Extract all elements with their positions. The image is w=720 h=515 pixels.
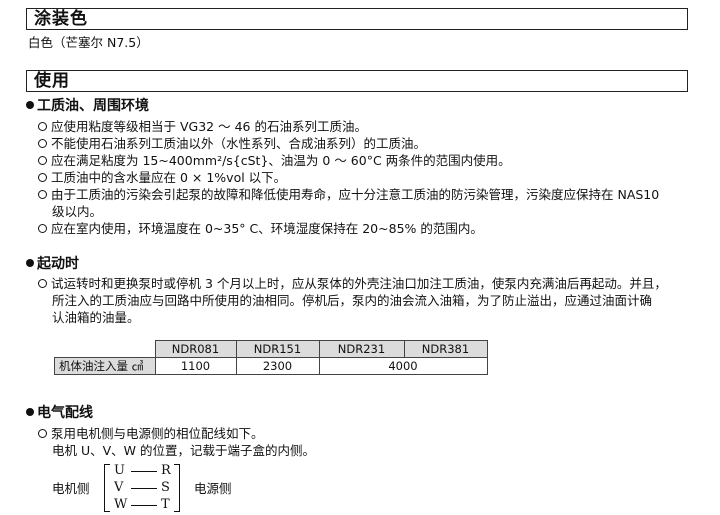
motor-side-label: 电机侧	[52, 481, 90, 496]
circle-bullet-icon	[38, 122, 47, 131]
oil-line-5: 由于工质油的污染会引起泵的故障和降低使用寿命，应十分注意工质油的防污染管理，污染…	[38, 187, 659, 203]
table-header-cell: NDR151	[235, 340, 320, 358]
circle-bullet-icon	[38, 190, 47, 199]
wiring-line-1: 泵用电机侧与电源侧的相位配线如下。	[38, 426, 264, 442]
circle-bullet-icon	[38, 429, 47, 438]
oil-line-7: 应在室内使用，环境温度在 0~35° C、环境湿度保持在 20~85% 的范围内…	[38, 221, 483, 237]
circle-bullet-icon	[38, 279, 47, 288]
coating-text: 白色（芒塞尔 N7.5）	[28, 35, 149, 50]
circle-bullet-icon	[38, 173, 47, 182]
table-corner	[54, 340, 156, 358]
wire-line	[131, 505, 157, 506]
motor-term-w: W	[114, 497, 128, 512]
usage-heading: 使用	[26, 70, 688, 92]
start-line-1: 试运转时和更换泵时或停机 3 个月以上时，应从泵体的外壳注油口加注工质油，使泵内…	[38, 276, 667, 292]
oil-line-6: 级以内。	[52, 204, 103, 219]
power-term-s: S	[161, 480, 170, 495]
wire-line	[131, 471, 157, 472]
oil-line-2: 不能使用石油系列工质油以外（水性系列、合成油系列）的工质油。	[38, 136, 426, 152]
table-header-cell: NDR381	[403, 340, 488, 358]
oil-title: 工质油、周围环境	[37, 98, 149, 114]
power-term-t: T	[161, 497, 170, 512]
table-header-cell: NDR231	[318, 340, 405, 358]
oil-line-1: 应使用粘度等级相当于 VG32 ～ 46 的石油系列工质油。	[38, 119, 367, 135]
oil-subheading: 工质油、周围环境	[26, 97, 149, 115]
left-bracket	[104, 464, 110, 512]
table-cell: 1100	[154, 357, 237, 375]
oil-line-3: 应在满足粘度为 15~400mm²/s{cSt}、油温为 0 ～ 60°C 两条…	[38, 153, 511, 169]
motor-term-v: V	[114, 480, 124, 495]
start-subheading: 起动时	[26, 255, 79, 273]
oil-fill-table: NDR081 NDR151 NDR231 NDR381 机体油注入量 ㎤ 110…	[54, 340, 488, 375]
bullet-icon	[26, 408, 34, 416]
circle-bullet-icon	[38, 139, 47, 148]
table-row-label: 机体油注入量 ㎤	[54, 357, 156, 375]
start-line-2: 所注入的工质油应与回路中所使用的油相同。停机后，泵内的油会流入油箱，为了防止溢出…	[52, 293, 653, 308]
wiring-subheading: 电气配线	[26, 404, 93, 422]
start-title: 起动时	[37, 256, 79, 272]
bullet-icon	[26, 101, 34, 109]
table-cell: 4000	[318, 357, 488, 375]
start-line-3: 认油箱的油量。	[52, 310, 140, 325]
wiring-line-2: 电机 U、V、W 的位置，记载于端子盒的内侧。	[52, 443, 316, 458]
power-side-label: 电源侧	[194, 481, 232, 496]
coating-heading: 涂装色	[26, 8, 688, 30]
table-cell: 2300	[235, 357, 320, 375]
power-term-r: R	[161, 463, 171, 478]
right-bracket	[174, 464, 180, 512]
motor-term-u: U	[114, 463, 125, 478]
circle-bullet-icon	[38, 156, 47, 165]
wiring-title: 电气配线	[37, 405, 93, 421]
circle-bullet-icon	[38, 224, 47, 233]
table-header-cell: NDR081	[154, 340, 237, 358]
oil-line-4: 工质油中的含水量应在 0 × 1%vol 以下。	[38, 170, 286, 186]
wire-line	[131, 488, 157, 489]
bullet-icon	[26, 259, 34, 267]
